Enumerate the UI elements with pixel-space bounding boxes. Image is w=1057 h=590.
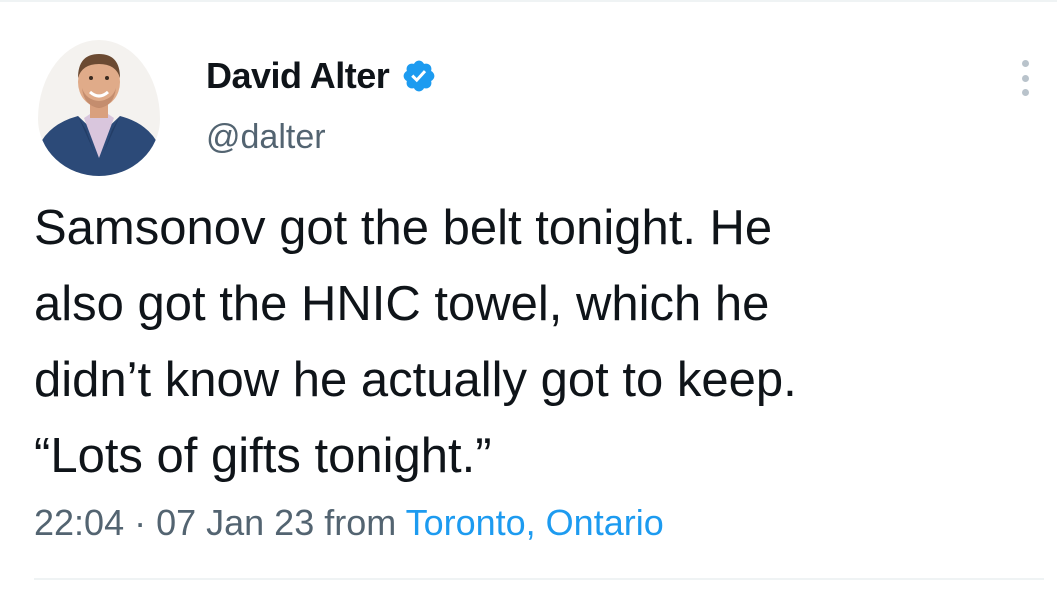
meta-separator: ·: [124, 502, 157, 543]
author-block: David Alter @dalter: [206, 52, 437, 157]
verified-badge-icon: [401, 58, 437, 94]
bottom-divider: [34, 578, 1044, 580]
tweet-time[interactable]: 22:04: [34, 502, 124, 543]
more-dot: [1021, 74, 1029, 82]
tweet-text-line: “Lots of gifts tonight.”: [34, 429, 492, 483]
profile-photo: [38, 40, 160, 176]
more-dot: [1021, 89, 1029, 96]
tweet-text-line: didn’t know he actually got to keep.: [34, 353, 797, 407]
display-name[interactable]: David Alter: [206, 55, 390, 97]
location-link[interactable]: Toronto, Ontario: [406, 502, 664, 543]
top-divider: [0, 0, 1057, 2]
name-row: David Alter: [206, 52, 437, 100]
tweet-text-line: also got the HNIC towel, which he: [34, 277, 770, 331]
user-handle[interactable]: @dalter: [206, 118, 437, 157]
avatar[interactable]: [38, 40, 160, 176]
tweet-text: Samsonov got the belt tonight. He also g…: [34, 190, 1034, 494]
from-label: from: [314, 502, 406, 543]
more-options-button[interactable]: [1010, 58, 1040, 98]
tweet-date[interactable]: 07 Jan 23: [156, 502, 314, 543]
tweet-metadata: 22:04 · 07 Jan 23 from Toronto, Ontario: [34, 502, 664, 544]
more-vertical-icon: [1021, 60, 1029, 67]
tweet-text-line: Samsonov got the belt tonight. He: [34, 201, 773, 255]
